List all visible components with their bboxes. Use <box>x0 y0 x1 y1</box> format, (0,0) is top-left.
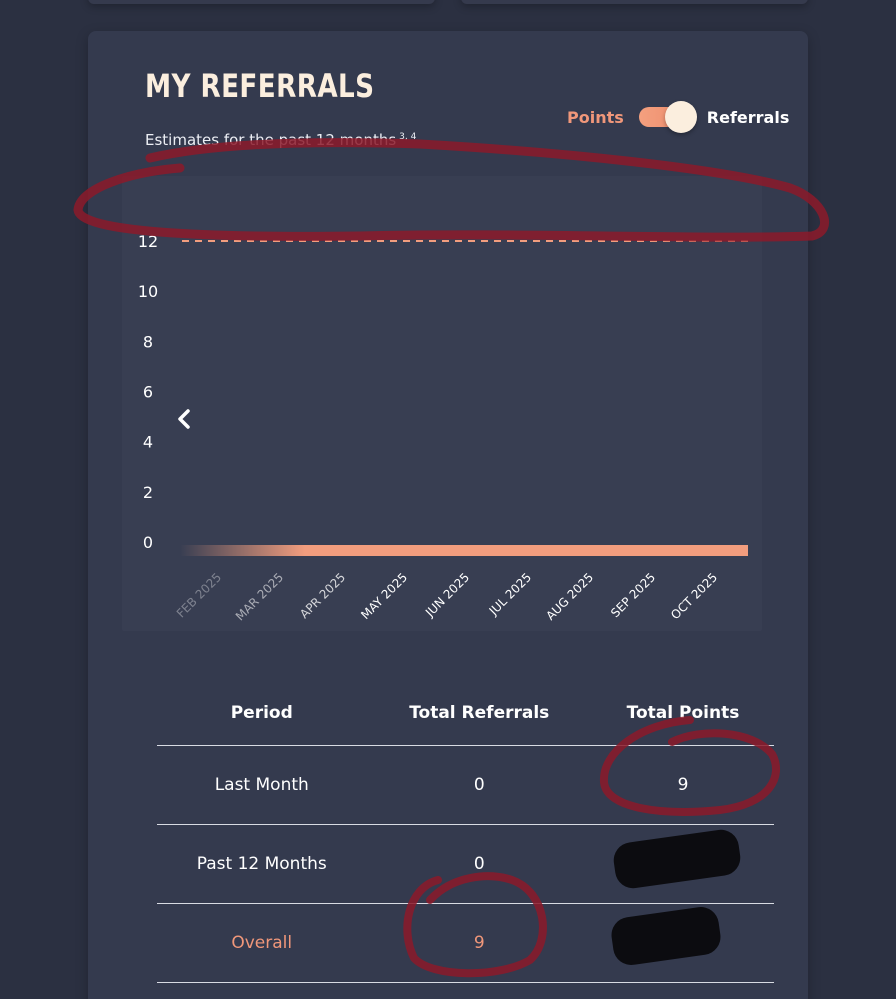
x-tick-label: JUL 2025 <box>486 570 534 618</box>
y-tick-label: 4 <box>143 433 153 452</box>
y-tick-label: 8 <box>143 332 153 351</box>
period-cell: Overall <box>157 903 367 983</box>
period-cell: Last Month <box>157 745 367 825</box>
y-tick-label: 2 <box>143 483 153 502</box>
table-header-row: Period Total Referrals Total Points <box>157 681 774 746</box>
subtitle-footnote[interactable]: 3, 4 <box>399 132 416 142</box>
x-tick-label: APR 2025 <box>297 570 348 621</box>
x-tick-label: AUG 2025 <box>543 570 596 623</box>
column-header-total-points: Total Points <box>591 681 774 746</box>
x-tick-label: MAY 2025 <box>358 570 410 622</box>
referrals-cell: 9 <box>366 903 592 983</box>
y-tick-label: 6 <box>143 383 153 402</box>
chevron-left-icon[interactable] <box>170 404 194 434</box>
referrals-chart: 0 2 4 6 8 10 12 FEB 2025 MAR 2025 APR 2025 MAY 20… <box>122 176 762 631</box>
referrals-cell: 0 <box>366 824 592 904</box>
x-tick-label: FEB 2025 <box>174 570 224 620</box>
chart-svg: 0 2 4 6 8 10 12 FEB 2025 MAR 2025 APR 2025 MAY 20… <box>138 232 754 623</box>
toggle-switch[interactable] <box>638 101 697 133</box>
y-tick-label: 10 <box>138 282 158 301</box>
table-row: Last Month 0 9 <box>157 745 774 825</box>
toggle-label-points[interactable]: Points <box>567 108 624 127</box>
toggle-knob[interactable] <box>664 101 697 133</box>
subtitle-text: Estimates for the past 12 months <box>145 131 397 149</box>
subtitle: Estimates for the past 12 months 3, 4 <box>145 131 416 149</box>
column-header-period: Period <box>157 681 367 746</box>
x-tick-label: MAR 2025 <box>233 570 286 623</box>
previous-card-right <box>461 0 808 4</box>
points-referrals-toggle[interactable]: Points Referrals <box>567 101 789 133</box>
points-cell: 9 <box>591 745 774 825</box>
x-tick-label: JUN 2025 <box>422 570 472 620</box>
card-title: MY REFERRALS <box>145 67 375 105</box>
referrals-page: MY REFERRALS Estimates for the past 12 m… <box>0 0 896 999</box>
x-tick-label: SEP 2025 <box>608 570 658 620</box>
previous-card-left <box>88 0 435 4</box>
referrals-cell: 0 <box>366 745 592 825</box>
period-cell: Past 12 Months <box>157 824 367 904</box>
toggle-label-referrals[interactable]: Referrals <box>707 108 790 127</box>
y-tick-label: 12 <box>138 232 158 251</box>
x-tick-label: OCT 2025 <box>668 570 720 622</box>
column-header-total-referrals: Total Referrals <box>366 681 592 746</box>
baseline-bar-track <box>180 545 748 556</box>
y-tick-label: 0 <box>143 533 153 552</box>
